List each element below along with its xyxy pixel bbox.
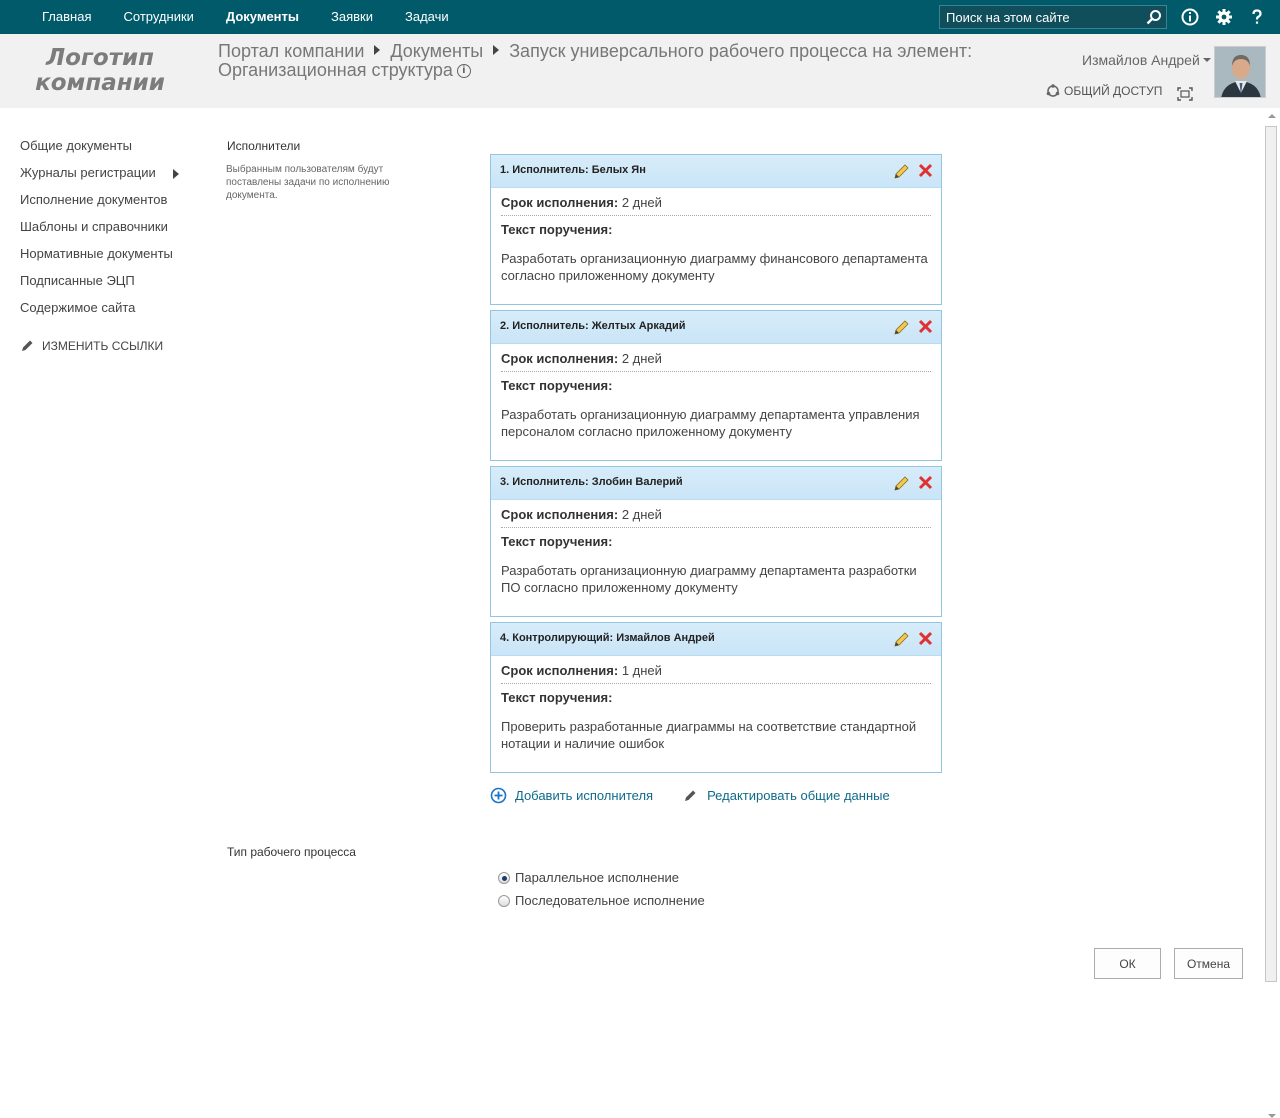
deadline-value: 2 дней	[621, 507, 662, 522]
radio-parallel[interactable]: Параллельное исполнение	[498, 866, 705, 889]
sidebar-item-signed[interactable]: Подписанные ЭЦП	[20, 273, 200, 300]
card-header: 1. Исполнитель: Белых Ян	[491, 155, 941, 188]
workflow-type-options: Параллельное исполнение Последовательное…	[498, 866, 705, 912]
task-text: Разработать организационную диаграмму де…	[501, 563, 917, 595]
scrollbar-thumb[interactable]	[1265, 126, 1277, 982]
page-title: Запуск универсального рабочего процесса …	[509, 41, 973, 61]
nav-item-employees[interactable]: Сотрудники	[107, 0, 209, 34]
delete-x-icon[interactable]	[918, 475, 933, 490]
deadline-value: 1 дней	[621, 663, 662, 678]
nav-item-home[interactable]: Главная	[26, 0, 107, 34]
card-header: 4. Контролирующий: Измайлов Андрей	[491, 623, 941, 656]
card-header: 3. Исполнитель: Злобин Валерий	[491, 467, 941, 500]
info-circle-icon[interactable]: i	[456, 64, 471, 78]
quick-launch: Общие документы Журналы регистрации Испо…	[20, 138, 200, 353]
info-icon[interactable]	[1180, 7, 1200, 27]
card-actions: Добавить исполнителя Редактировать общие…	[490, 787, 890, 804]
pencil-icon	[685, 790, 696, 801]
sidebar-item-registers[interactable]: Журналы регистрации	[20, 165, 200, 192]
deadline-row: Срок исполнения: 1 дней	[501, 662, 931, 684]
deadline-value: 2 дней	[621, 351, 662, 366]
performer-card: 2. Исполнитель: Желтых Аркадий Срок испо…	[490, 310, 942, 461]
radio-selected-icon[interactable]	[498, 871, 510, 884]
performer-card: 1. Исполнитель: Белых Ян Срок исполнения…	[490, 154, 942, 305]
search-input[interactable]	[940, 6, 1140, 28]
task-text: Разработать организационную диаграмму фи…	[501, 251, 928, 283]
top-nav: Главная Сотрудники Документы Заявки Зада…	[26, 0, 465, 34]
card-title: 4. Контролирующий: Измайлов Андрей	[500, 632, 715, 644]
task-text: Разработать организационную диаграмму де…	[501, 407, 920, 439]
user-photo	[1215, 47, 1265, 97]
share-icon	[1046, 84, 1060, 97]
vertical-scrollbar[interactable]	[1263, 108, 1280, 1118]
performers-title: Исполнители	[227, 139, 301, 153]
task-text-label: Текст поручения:	[501, 690, 613, 705]
radio-unselected-icon[interactable]	[498, 894, 510, 907]
task-text-label: Текст поручения:	[501, 378, 613, 393]
chevron-right-icon	[374, 45, 381, 55]
chevron-right-icon	[493, 45, 500, 55]
company-logo[interactable]: Логотип компании	[30, 46, 170, 96]
sidebar-item-execution[interactable]: Исполнение документов	[20, 192, 200, 219]
delete-x-icon[interactable]	[918, 631, 933, 646]
page-title-item: Организационная структура	[218, 60, 453, 80]
card-title: 2. Исполнитель: Желтых Аркадий	[500, 320, 686, 332]
performer-card: 3. Исполнитель: Злобин Валерий Срок испо…	[490, 466, 942, 617]
breadcrumb-documents[interactable]: Документы	[390, 41, 483, 61]
task-text: Проверить разработанные диаграммы на соо…	[501, 719, 917, 751]
delete-x-icon[interactable]	[918, 319, 933, 334]
user-menu[interactable]: Измайлов Андрей	[1082, 52, 1211, 68]
edit-common-data-link[interactable]: Редактировать общие данные	[683, 788, 890, 803]
share-button[interactable]: ОБЩИЙ ДОСТУП	[1046, 84, 1162, 98]
add-performer-link[interactable]: Добавить исполнителя	[490, 787, 653, 804]
edit-pencil-icon[interactable]	[893, 475, 910, 492]
deadline-value: 2 дней	[621, 195, 662, 210]
search-icon[interactable]	[1146, 9, 1162, 25]
help-icon[interactable]	[1247, 7, 1267, 27]
page-header: Логотип компании Портал компании Документ…	[0, 34, 1280, 108]
card-header: 2. Исполнитель: Желтых Аркадий	[491, 311, 941, 344]
edit-pencil-icon[interactable]	[893, 163, 910, 180]
radio-sequential[interactable]: Последовательное исполнение	[498, 889, 705, 912]
card-title: 3. Исполнитель: Злобин Валерий	[500, 476, 683, 488]
caret-down-icon	[1202, 58, 1211, 62]
scroll-down-arrow-icon[interactable]	[1268, 1114, 1276, 1118]
scroll-up-arrow-icon[interactable]	[1268, 114, 1276, 118]
sidebar-item-templates[interactable]: Шаблоны и справочники	[20, 219, 200, 246]
sidebar-item-site-contents[interactable]: Содержимое сайта	[20, 300, 200, 327]
workflow-type-title: Тип рабочего процесса	[227, 845, 356, 859]
avatar[interactable]	[1214, 46, 1266, 98]
task-text-label: Текст поручения:	[501, 222, 613, 237]
card-title: 1. Исполнитель: Белых Ян	[500, 164, 646, 176]
sidebar-item-normative[interactable]: Нормативные документы	[20, 246, 200, 273]
top-navigation-bar: Главная Сотрудники Документы Заявки Зада…	[0, 0, 1280, 34]
pencil-icon	[22, 340, 33, 351]
ok-button[interactable]: ОК	[1094, 948, 1161, 979]
deadline-row: Срок исполнения: 2 дней	[501, 350, 931, 372]
nav-item-tasks[interactable]: Задачи	[389, 0, 465, 34]
gear-icon[interactable]	[1214, 7, 1234, 27]
deadline-row: Срок исполнения: 2 дней	[501, 194, 931, 216]
cancel-button[interactable]: Отмена	[1174, 948, 1243, 979]
deadline-row: Срок исполнения: 2 дней	[501, 506, 931, 528]
nav-item-requests[interactable]: Заявки	[315, 0, 389, 34]
edit-pencil-icon[interactable]	[893, 631, 910, 648]
delete-x-icon[interactable]	[918, 163, 933, 178]
plus-circle-icon	[490, 787, 507, 804]
performers-description: Выбранным пользователям будут поставлены…	[226, 164, 390, 201]
edit-pencil-icon[interactable]	[893, 319, 910, 336]
controller-card: 4. Контролирующий: Измайлов Андрей Срок …	[490, 622, 942, 773]
site-search	[939, 5, 1167, 29]
sidebar-item-common-docs[interactable]: Общие документы	[20, 138, 200, 165]
edit-links-button[interactable]: ИЗМЕНИТЬ ССЫЛКИ	[20, 339, 200, 353]
breadcrumb-portal[interactable]: Портал компании	[218, 41, 364, 61]
breadcrumb: Портал компании Документы Запуск универсал…	[218, 42, 978, 80]
chevron-right-icon[interactable]	[173, 169, 179, 179]
nav-item-documents[interactable]: Документы	[210, 0, 315, 34]
task-text-label: Текст поручения:	[501, 534, 613, 549]
focus-mode-icon[interactable]	[1177, 87, 1193, 101]
